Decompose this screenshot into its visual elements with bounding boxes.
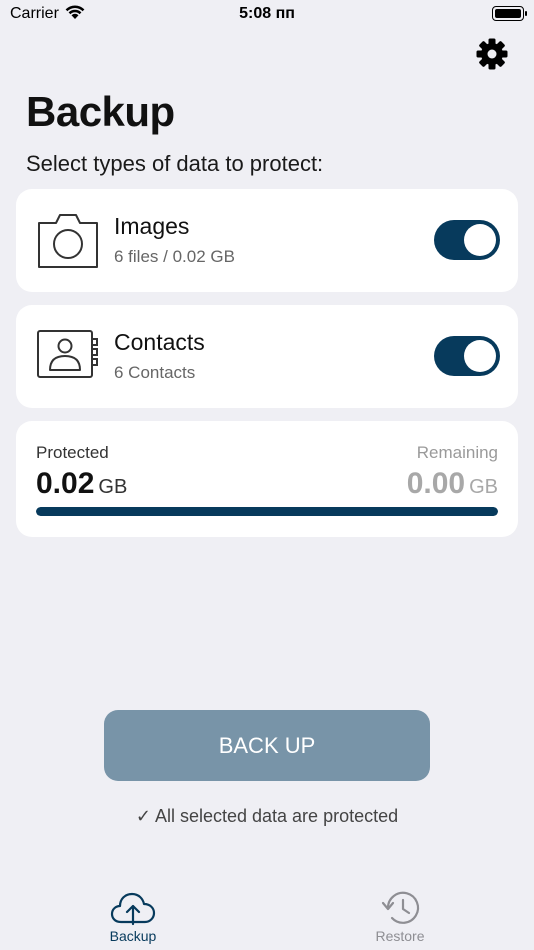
page-subtitle: Select types of data to protect: — [26, 151, 324, 176]
images-title: Images — [114, 213, 190, 239]
contacts-detail: 6 Contacts — [114, 363, 196, 382]
contacts-title: Contacts — [114, 329, 205, 355]
contacts-toggle[interactable] — [434, 336, 500, 376]
remaining-amount: 0.00 GB — [407, 467, 498, 501]
protected-unit: GB — [98, 476, 128, 498]
protected-value: 0.02 — [36, 467, 95, 500]
battery-icon — [492, 6, 527, 21]
protection-status-message: ✓ All selected data are protected — [135, 806, 399, 826]
protected-amount: 0.02 GB — [36, 467, 127, 501]
remaining-unit: GB — [469, 476, 498, 498]
cloud-upload-icon — [110, 892, 156, 926]
storage-summary-card: Protected Remaining 0.02 GB 0.00 GB — [16, 421, 518, 537]
history-icon — [381, 891, 420, 924]
tab-backup-label: Backup — [109, 928, 157, 944]
clock: 5:08 пп — [239, 5, 295, 22]
back-up-button[interactable]: BACK UP — [104, 710, 430, 781]
tab-restore[interactable]: Restore — [350, 890, 450, 950]
tab-backup[interactable]: Backup — [83, 890, 183, 950]
images-card: Images 6 files / 0.02 GB — [16, 189, 518, 292]
camera-icon — [38, 214, 98, 268]
images-toggle[interactable] — [434, 220, 500, 260]
remaining-label: Remaining — [416, 443, 498, 462]
settings-button[interactable] — [474, 36, 510, 72]
images-detail: 6 files / 0.02 GB — [114, 247, 235, 266]
protection-progress-bar — [36, 507, 498, 516]
tab-restore-label: Restore — [375, 928, 425, 944]
contacts-card: Contacts 6 Contacts — [16, 305, 518, 408]
remaining-value: 0.00 — [406, 467, 466, 500]
protected-label: Protected — [36, 443, 109, 462]
gear-icon — [476, 38, 508, 70]
status-bar: Carrier 5:08 пп — [0, 0, 534, 30]
page-title: Backup — [26, 88, 175, 135]
progress-fill — [36, 507, 498, 516]
contacts-book-icon — [37, 330, 98, 378]
